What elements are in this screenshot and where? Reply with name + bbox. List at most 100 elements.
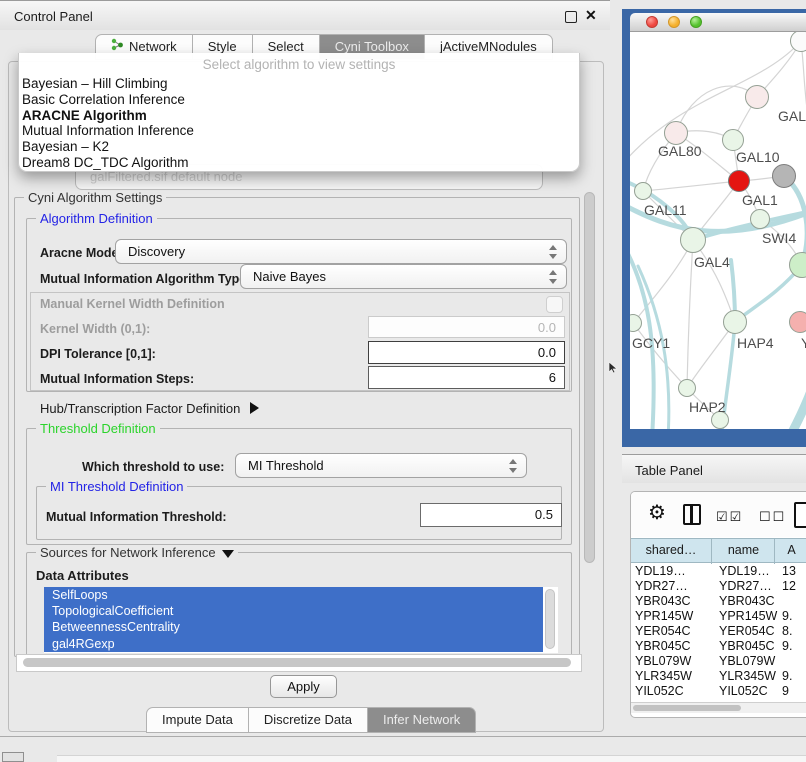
columns-icon[interactable] bbox=[683, 504, 701, 525]
which-threshold-select[interactable]: MI Threshold bbox=[235, 453, 527, 478]
dropdown-item[interactable]: Dream8 DC_TDC Algorithm bbox=[22, 155, 571, 171]
network-window-titlebar[interactable] bbox=[630, 13, 806, 32]
network-node-label: HAP4 bbox=[737, 335, 774, 351]
network-node[interactable] bbox=[728, 170, 750, 192]
control-panel-titlebar: Control Panel ✕ bbox=[0, 0, 610, 30]
bottom-tab-impute-data[interactable]: Impute Data bbox=[146, 707, 249, 733]
bottom-tab-infer-network[interactable]: Infer Network bbox=[368, 707, 476, 733]
manual-kernel-label: Manual Kernel Width Definition bbox=[40, 297, 225, 311]
table-cell: YPR145W bbox=[635, 609, 715, 623]
table-row[interactable]: YLR345WYLR345W9. bbox=[631, 669, 806, 684]
bottom-divider bbox=[0, 736, 806, 737]
network-node-label: GCY1 bbox=[632, 335, 670, 351]
table-panel-body: ⚙ ☑☑ ☐☐ shared…nameA YDL19…YDL19…13YDR27… bbox=[630, 491, 806, 718]
close-traffic-light-icon[interactable] bbox=[646, 16, 658, 28]
table-row[interactable]: YDL19…YDL19…13 bbox=[631, 564, 806, 579]
network-node-label: Y bbox=[801, 335, 806, 351]
network-node[interactable] bbox=[678, 379, 696, 397]
table-row[interactable]: YBR045CYBR045C9. bbox=[631, 639, 806, 654]
bottom-tab-discretize-data[interactable]: Discretize Data bbox=[249, 707, 368, 733]
table-panel-titlebar: Table Panel bbox=[622, 454, 806, 483]
algorithm-dropdown-popup: Select algorithm to view settings Bayesi… bbox=[18, 53, 580, 172]
column-separator bbox=[711, 539, 712, 564]
network-node[interactable] bbox=[750, 209, 770, 229]
bottom-tabs: Impute Data Discretize Data Infer Network bbox=[146, 707, 476, 733]
table-cell: YER054C bbox=[719, 624, 780, 638]
mi-type-select[interactable]: Naive Bayes bbox=[240, 264, 567, 289]
dropdown-item[interactable]: Bayesian – Hill Climbing bbox=[22, 76, 571, 92]
table-row[interactable]: YBL079WYBL079W bbox=[631, 654, 806, 669]
table-row[interactable]: YER054CYER054C8. bbox=[631, 624, 806, 639]
network-node-label: GAL10 bbox=[736, 149, 780, 165]
network-node[interactable] bbox=[745, 85, 769, 109]
table-column-header[interactable]: A bbox=[776, 543, 806, 557]
table-horizontal-scrollbar[interactable] bbox=[631, 702, 806, 713]
stepper-icon bbox=[548, 245, 557, 259]
deselect-all-checkboxes-icon[interactable]: ☐☐ bbox=[759, 509, 786, 525]
tab-label: Discretize Data bbox=[264, 707, 352, 733]
list-scrollbar[interactable] bbox=[545, 589, 555, 649]
table-cell: 9. bbox=[782, 639, 806, 653]
mi-steps-field[interactable]: 6 bbox=[368, 366, 565, 389]
aracne-mode-select[interactable]: Discovery bbox=[115, 239, 567, 264]
network-node-label: GAL4 bbox=[694, 254, 730, 270]
dropdown-item[interactable]: ARACNE Algorithm bbox=[22, 108, 571, 124]
table-cell: YBR043C bbox=[719, 594, 780, 608]
mouse-cursor bbox=[608, 362, 618, 374]
float-panel-icon[interactable] bbox=[565, 11, 577, 23]
table-column-header[interactable]: name bbox=[713, 543, 774, 557]
attribute-list-item[interactable]: BetweennessCentrality bbox=[44, 619, 543, 635]
stepper-icon bbox=[508, 459, 517, 473]
aracne-mode-label: Aracne Mode: bbox=[40, 246, 123, 260]
network-canvas[interactable]: GALGAL80GAL10GAL1GAL11SWI4GAL4GCY1HAP4YH… bbox=[630, 32, 806, 429]
table-row[interactable]: YIL052CYIL052C9 bbox=[631, 684, 806, 699]
network-node[interactable] bbox=[772, 164, 796, 188]
hub-definition-toggle[interactable]: Hub/Transcription Factor Definition bbox=[40, 401, 259, 416]
network-node[interactable] bbox=[723, 310, 747, 334]
bottom-left-stub-button[interactable] bbox=[2, 752, 24, 762]
network-node[interactable] bbox=[664, 121, 688, 145]
sources-legend[interactable]: Sources for Network Inference bbox=[36, 545, 238, 560]
network-node-label: GAL1 bbox=[742, 192, 778, 208]
attribute-list-item[interactable]: TopologicalCoefficient bbox=[44, 603, 543, 619]
cyni-settings-legend: Cyni Algorithm Settings bbox=[24, 190, 166, 205]
table-cell: YER054C bbox=[635, 624, 715, 638]
attribute-list-item[interactable]: SelfLoops bbox=[44, 587, 543, 603]
table-cell: 13 bbox=[782, 564, 806, 578]
apply-button[interactable]: Apply bbox=[270, 675, 337, 698]
settings-horizontal-scrollbar[interactable] bbox=[16, 654, 582, 672]
dropdown-placeholder: Select algorithm to view settings bbox=[19, 57, 579, 72]
select-all-checkboxes-icon[interactable]: ☑☑ bbox=[716, 509, 743, 525]
settings-vertical-scrollbar[interactable] bbox=[584, 192, 595, 563]
mi-threshold-legend: MI Threshold Definition bbox=[46, 479, 187, 494]
manual-kernel-checkbox[interactable] bbox=[546, 296, 563, 313]
zoom-traffic-light-icon[interactable] bbox=[690, 16, 702, 28]
dropdown-item[interactable]: Basic Correlation Inference bbox=[22, 92, 571, 108]
collapse-down-icon bbox=[222, 550, 234, 558]
table-row[interactable]: YDR27…YDR27…12 bbox=[631, 579, 806, 594]
close-icon[interactable]: ✕ bbox=[585, 7, 597, 24]
document-icon[interactable] bbox=[794, 502, 806, 528]
gear-icon[interactable]: ⚙ bbox=[648, 500, 666, 525]
network-view-window[interactable]: GALGAL80GAL10GAL1GAL11SWI4GAL4GCY1HAP4YH… bbox=[622, 9, 806, 447]
kernel-width-label: Kernel Width (0,1): bbox=[40, 322, 150, 336]
kernel-width-field[interactable]: 0.0 bbox=[368, 316, 565, 338]
table-column-header[interactable]: shared… bbox=[631, 543, 711, 557]
network-node[interactable] bbox=[722, 129, 744, 151]
table-row[interactable]: YPR145WYPR145W9. bbox=[631, 609, 806, 624]
table-header: shared…nameA bbox=[631, 538, 806, 563]
mi-type-label: Mutual Information Algorithm Type: bbox=[40, 272, 250, 286]
mi-type-value: Naive Bayes bbox=[253, 269, 326, 284]
network-node[interactable] bbox=[789, 311, 806, 333]
attribute-list-item[interactable]: gal4RGexp bbox=[44, 636, 543, 652]
minimize-traffic-light-icon[interactable] bbox=[668, 16, 680, 28]
dpi-tolerance-field[interactable]: 0.0 bbox=[368, 341, 565, 364]
dropdown-item[interactable]: Mutual Information Inference bbox=[22, 123, 571, 139]
network-node[interactable] bbox=[680, 227, 706, 253]
network-node[interactable] bbox=[634, 182, 652, 200]
mi-threshold-field[interactable]: 0.5 bbox=[420, 503, 562, 527]
data-attributes-list[interactable]: SelfLoopsTopologicalCoefficientBetweenne… bbox=[44, 587, 558, 653]
dpi-tolerance-label: DPI Tolerance [0,1]: bbox=[40, 347, 156, 361]
dropdown-item[interactable]: Bayesian – K2 bbox=[22, 139, 571, 155]
table-row[interactable]: YBR043CYBR043C bbox=[631, 594, 806, 609]
